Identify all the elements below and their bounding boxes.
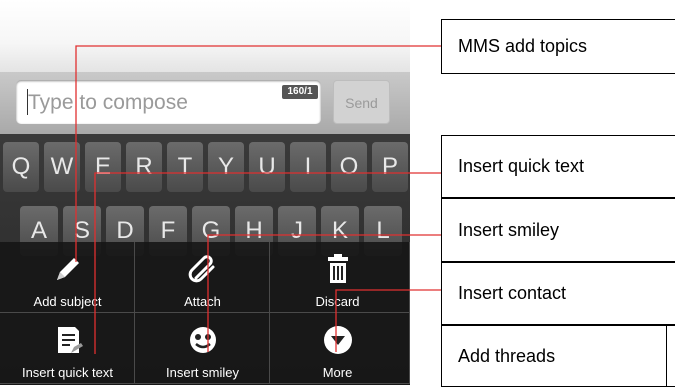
- menu-label: Add subject: [33, 294, 102, 309]
- character-counter: 160/1: [282, 85, 318, 99]
- pencil-icon: [57, 258, 79, 280]
- menu-item-discard[interactable]: Discard: [270, 242, 410, 313]
- menu-item-insert-smiley[interactable]: Insert smiley: [135, 313, 270, 384]
- table-divider: [666, 325, 667, 387]
- trash-icon: [328, 254, 348, 283]
- key-o[interactable]: O: [331, 142, 367, 192]
- menu-item-add-subject[interactable]: Add subject: [0, 242, 135, 313]
- key-u[interactable]: U: [249, 142, 285, 192]
- key-y[interactable]: Y: [208, 142, 244, 192]
- top-fade: [0, 0, 410, 72]
- menu-item-more[interactable]: More: [270, 313, 410, 384]
- paperclip-icon: [188, 255, 215, 283]
- key-p[interactable]: P: [372, 142, 408, 192]
- menu-item-attach[interactable]: Attach: [135, 242, 270, 313]
- callout-insert-smiley: Insert smiley: [441, 198, 675, 262]
- key-e[interactable]: E: [85, 142, 121, 192]
- callout-insert-contact: Insert contact: [441, 262, 675, 325]
- callout-mms-add-topics: MMS add topics: [441, 19, 675, 74]
- key-r[interactable]: R: [126, 142, 162, 192]
- menu-item-insert-quick-text[interactable]: Insert quick text: [0, 313, 135, 384]
- menu-label: More: [322, 365, 353, 380]
- key-q[interactable]: Q: [3, 142, 39, 192]
- menu-label: Discard: [315, 294, 360, 309]
- phone-screenshot: Type to compose 160/1 Send Q W E R T Y U…: [0, 0, 410, 385]
- key-w[interactable]: W: [44, 142, 80, 192]
- key-t[interactable]: T: [167, 142, 203, 192]
- menu-label: Insert quick text: [21, 365, 114, 380]
- menu-label: Insert smiley: [166, 365, 239, 380]
- compose-placeholder: Type to compose: [28, 91, 188, 114]
- smiley-icon: [190, 327, 216, 353]
- options-menu: Add subject Attach Discard Insert quick …: [0, 242, 410, 385]
- key-i[interactable]: I: [290, 142, 326, 192]
- send-button[interactable]: Send: [333, 80, 390, 124]
- callout-insert-quick-text: Insert quick text: [441, 135, 675, 198]
- menu-label: Attach: [184, 294, 221, 309]
- quick-text-icon: [58, 327, 83, 353]
- callout-add-threads: Add threads: [441, 325, 675, 387]
- more-icon: [324, 326, 352, 354]
